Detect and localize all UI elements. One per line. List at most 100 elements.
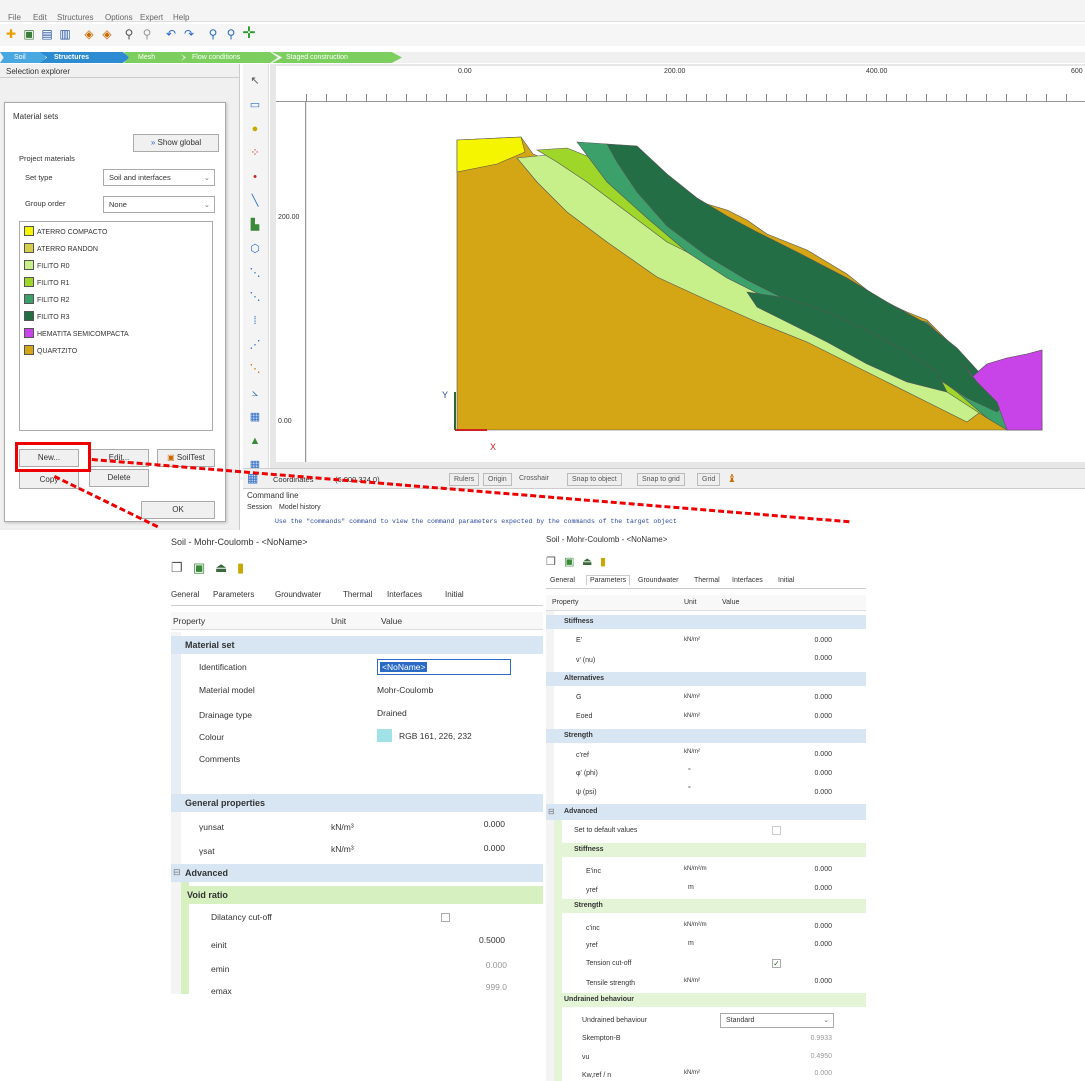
prescribed-displacement-icon[interactable]: ⦣ <box>248 386 262 400</box>
interface-icon[interactable]: ⁞ <box>248 314 262 328</box>
material-item[interactable]: ATERRO COMPACTO <box>24 226 107 238</box>
zoom-out-icon[interactable]: ⚲ <box>224 27 238 41</box>
ok-button[interactable]: OK <box>141 501 215 519</box>
material-item[interactable]: FILITO R1 <box>24 277 70 289</box>
move-icon[interactable]: ▭ <box>248 98 262 112</box>
geogrid-icon[interactable]: ⋱ <box>248 290 262 304</box>
tensile-strength-input[interactable]: 0.000 <box>786 978 832 985</box>
phase-soil[interactable]: Soil <box>0 52 46 63</box>
menu-edit[interactable]: Edit <box>33 13 47 22</box>
tab-parameters[interactable]: Parameters <box>213 590 254 599</box>
snap-to-object-button[interactable]: Snap to object <box>567 473 622 486</box>
open-icon[interactable]: ▣ <box>193 560 205 576</box>
tab-general[interactable]: General <box>550 577 575 584</box>
plate-icon[interactable]: ▙ <box>248 218 262 232</box>
drainage-type-value[interactable]: Drained <box>377 708 407 718</box>
colour-swatch[interactable] <box>377 729 392 742</box>
soiltest-icon[interactable]: ⏏ <box>215 560 227 576</box>
copy-icon[interactable]: ❐ <box>171 560 183 576</box>
undrained-behaviour-select[interactable]: Standard ⌄ <box>720 1013 834 1028</box>
phase-mesh[interactable]: Mesh <box>124 52 184 63</box>
dilatancy-cutoff-checkbox[interactable] <box>441 913 450 922</box>
open-project-icon[interactable]: ▣ <box>22 27 36 41</box>
redo-icon[interactable]: ↷ <box>182 27 196 41</box>
line-load-icon[interactable]: ⋰ <box>248 338 262 352</box>
identification-input[interactable]: <NoName> <box>377 659 511 675</box>
geometry-view[interactable]: Y X <box>307 102 1085 462</box>
e-init-input[interactable]: 0.5000 <box>377 933 507 947</box>
delete-button[interactable]: Delete <box>89 469 149 487</box>
tab-interfaces[interactable]: Interfaces <box>387 590 422 599</box>
material-item[interactable]: FILITO R0 <box>24 260 70 272</box>
group-order-select[interactable]: None ⌄ <box>103 196 215 213</box>
g-input[interactable]: 0.000 <box>786 694 832 701</box>
copy-button[interactable]: Copy <box>19 471 79 489</box>
unlink-icon[interactable]: ⚲ <box>140 27 154 41</box>
menu-options[interactable]: Options <box>105 13 133 22</box>
phi-input[interactable]: 0.000 <box>786 770 832 777</box>
new-project-icon[interactable]: ✚ <box>4 27 18 41</box>
nu-input[interactable]: 0.000 <box>786 655 832 662</box>
save-icon[interactable]: ▤ <box>40 27 54 41</box>
materials-icon[interactable]: ◈ <box>82 27 96 41</box>
pan-icon[interactable]: ✛ <box>242 26 256 42</box>
grid-icon[interactable]: ⁘ <box>248 146 262 160</box>
section-advanced[interactable]: ⊟ Advanced <box>171 864 543 882</box>
tab-groundwater[interactable]: Groundwater <box>275 590 321 599</box>
menu-help[interactable]: Help <box>173 13 189 22</box>
e-oed-input[interactable]: 0.000 <box>786 713 832 720</box>
grid-button[interactable]: Grid <box>697 473 721 486</box>
polygon-icon[interactable]: ⬡ <box>248 242 262 256</box>
copy-icon[interactable]: ❐ <box>546 555 556 568</box>
phase-staged-construction[interactable]: Staged construction <box>272 52 402 63</box>
line-icon[interactable]: ╲ <box>248 194 262 208</box>
show-global-button[interactable]: » Show global <box>133 134 219 152</box>
soiltest-icon[interactable]: ⏏ <box>582 555 592 568</box>
tab-initial[interactable]: Initial <box>778 577 794 584</box>
set-default-checkbox[interactable] <box>772 826 781 835</box>
point-load-icon[interactable]: ⋱ <box>248 362 262 376</box>
material-model-value[interactable]: Mohr-Coulomb <box>377 685 433 695</box>
psi-input[interactable]: 0.000 <box>786 789 832 796</box>
lab-icon[interactable]: ▮ <box>237 560 244 576</box>
material-item[interactable]: FILITO R3 <box>24 311 70 323</box>
c-ref-input[interactable]: 0.000 <box>786 751 832 758</box>
material-item[interactable]: FILITO R2 <box>24 294 70 306</box>
tab-groundwater[interactable]: Groundwater <box>638 577 678 584</box>
materials-2-icon[interactable]: ◈ <box>100 27 114 41</box>
collapse-icon[interactable]: ⊟ <box>173 867 181 878</box>
well-icon[interactable]: ▲ <box>248 434 262 448</box>
snap-to-grid-button[interactable]: Snap to grid <box>637 473 685 486</box>
tab-model-history[interactable]: Model history <box>279 504 321 511</box>
tab-thermal[interactable]: Thermal <box>694 577 720 584</box>
rulers-button[interactable]: Rulers <box>449 473 480 486</box>
zoom-in-icon[interactable]: ⚲ <box>206 27 220 41</box>
phase-structures[interactable]: Structures <box>40 52 130 63</box>
e-inc-input[interactable]: 0.000 <box>786 866 832 873</box>
tension-cutoff-checkbox[interactable]: ✓ <box>772 959 781 968</box>
tab-session[interactable]: Session <box>247 504 272 511</box>
lab-icon[interactable]: ▮ <box>600 555 606 568</box>
material-item[interactable]: HEMATITA SEMICOMPACTA <box>24 328 129 340</box>
select-icon[interactable]: ↖ <box>248 74 262 88</box>
point-create-icon[interactable]: • <box>248 170 262 184</box>
link-icon[interactable]: ⚲ <box>122 27 136 41</box>
collapse-icon[interactable]: ⊟ <box>548 807 555 816</box>
anchor-icon[interactable]: ⋱ <box>248 266 262 280</box>
material-item[interactable]: QUARTZITO <box>24 345 77 357</box>
crosshair-label[interactable]: Crosshair <box>519 475 549 482</box>
y-ref-input[interactable]: 0.000 <box>786 885 832 892</box>
material-list[interactable]: ATERRO COMPACTO ATERRO RANDON FILITO R0 … <box>19 221 213 431</box>
menu-expert[interactable]: Expert <box>140 13 163 22</box>
tab-initial[interactable]: Initial <box>445 590 464 599</box>
open-icon[interactable]: ▣ <box>564 555 574 568</box>
undo-icon[interactable]: ↶ <box>164 27 178 41</box>
phase-flow-conditions[interactable]: Flow conditions <box>178 52 278 63</box>
comments-field[interactable] <box>375 750 515 798</box>
set-type-select[interactable]: Soil and interfaces ⌄ <box>103 169 215 186</box>
tunnel-icon[interactable]: ▦ <box>248 410 262 424</box>
tab-interfaces[interactable]: Interfaces <box>732 577 763 584</box>
tab-general[interactable]: General <box>171 590 199 599</box>
menu-file[interactable]: File <box>8 13 21 22</box>
gamma-sat-input[interactable]: 0.000 <box>377 841 507 855</box>
